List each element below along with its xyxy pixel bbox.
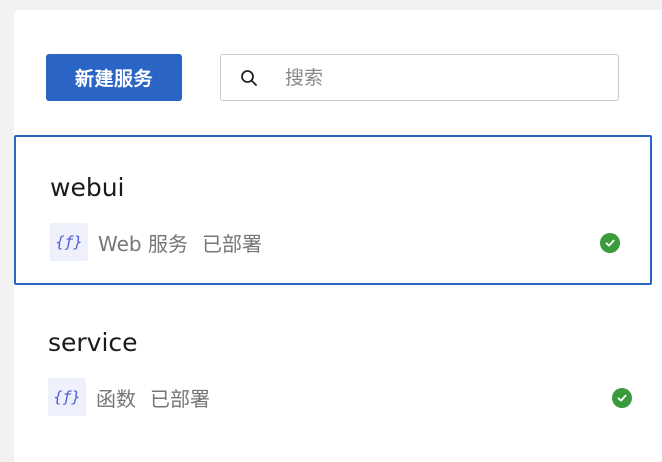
search-icon [239,68,259,88]
service-card-service[interactable]: service {ƒ} 函数 已部署 [14,292,662,442]
search-input[interactable] [283,65,587,90]
service-status: 已部署 [150,386,210,411]
search-box[interactable] [220,54,619,101]
service-type: Web 服务 [98,231,188,256]
service-name: webui [50,173,125,202]
service-meta: {ƒ} Web 服务 已部署 [50,223,262,261]
new-service-button[interactable]: 新建服务 [46,54,182,101]
service-card-webui[interactable]: webui {ƒ} Web 服务 已部署 [14,135,652,285]
service-list-panel: 新建服务 webui {ƒ} Web 服务 已部署 service {ƒ} 函数… [14,10,662,462]
check-circle-icon [600,233,620,253]
function-icon: {ƒ} [48,378,86,416]
service-name: service [48,328,138,357]
check-circle-icon [612,388,632,408]
service-status: 已部署 [201,231,262,256]
service-type: 函数 [96,386,136,411]
function-icon: {ƒ} [50,223,88,261]
service-meta: {ƒ} 函数 已部署 [48,378,210,416]
